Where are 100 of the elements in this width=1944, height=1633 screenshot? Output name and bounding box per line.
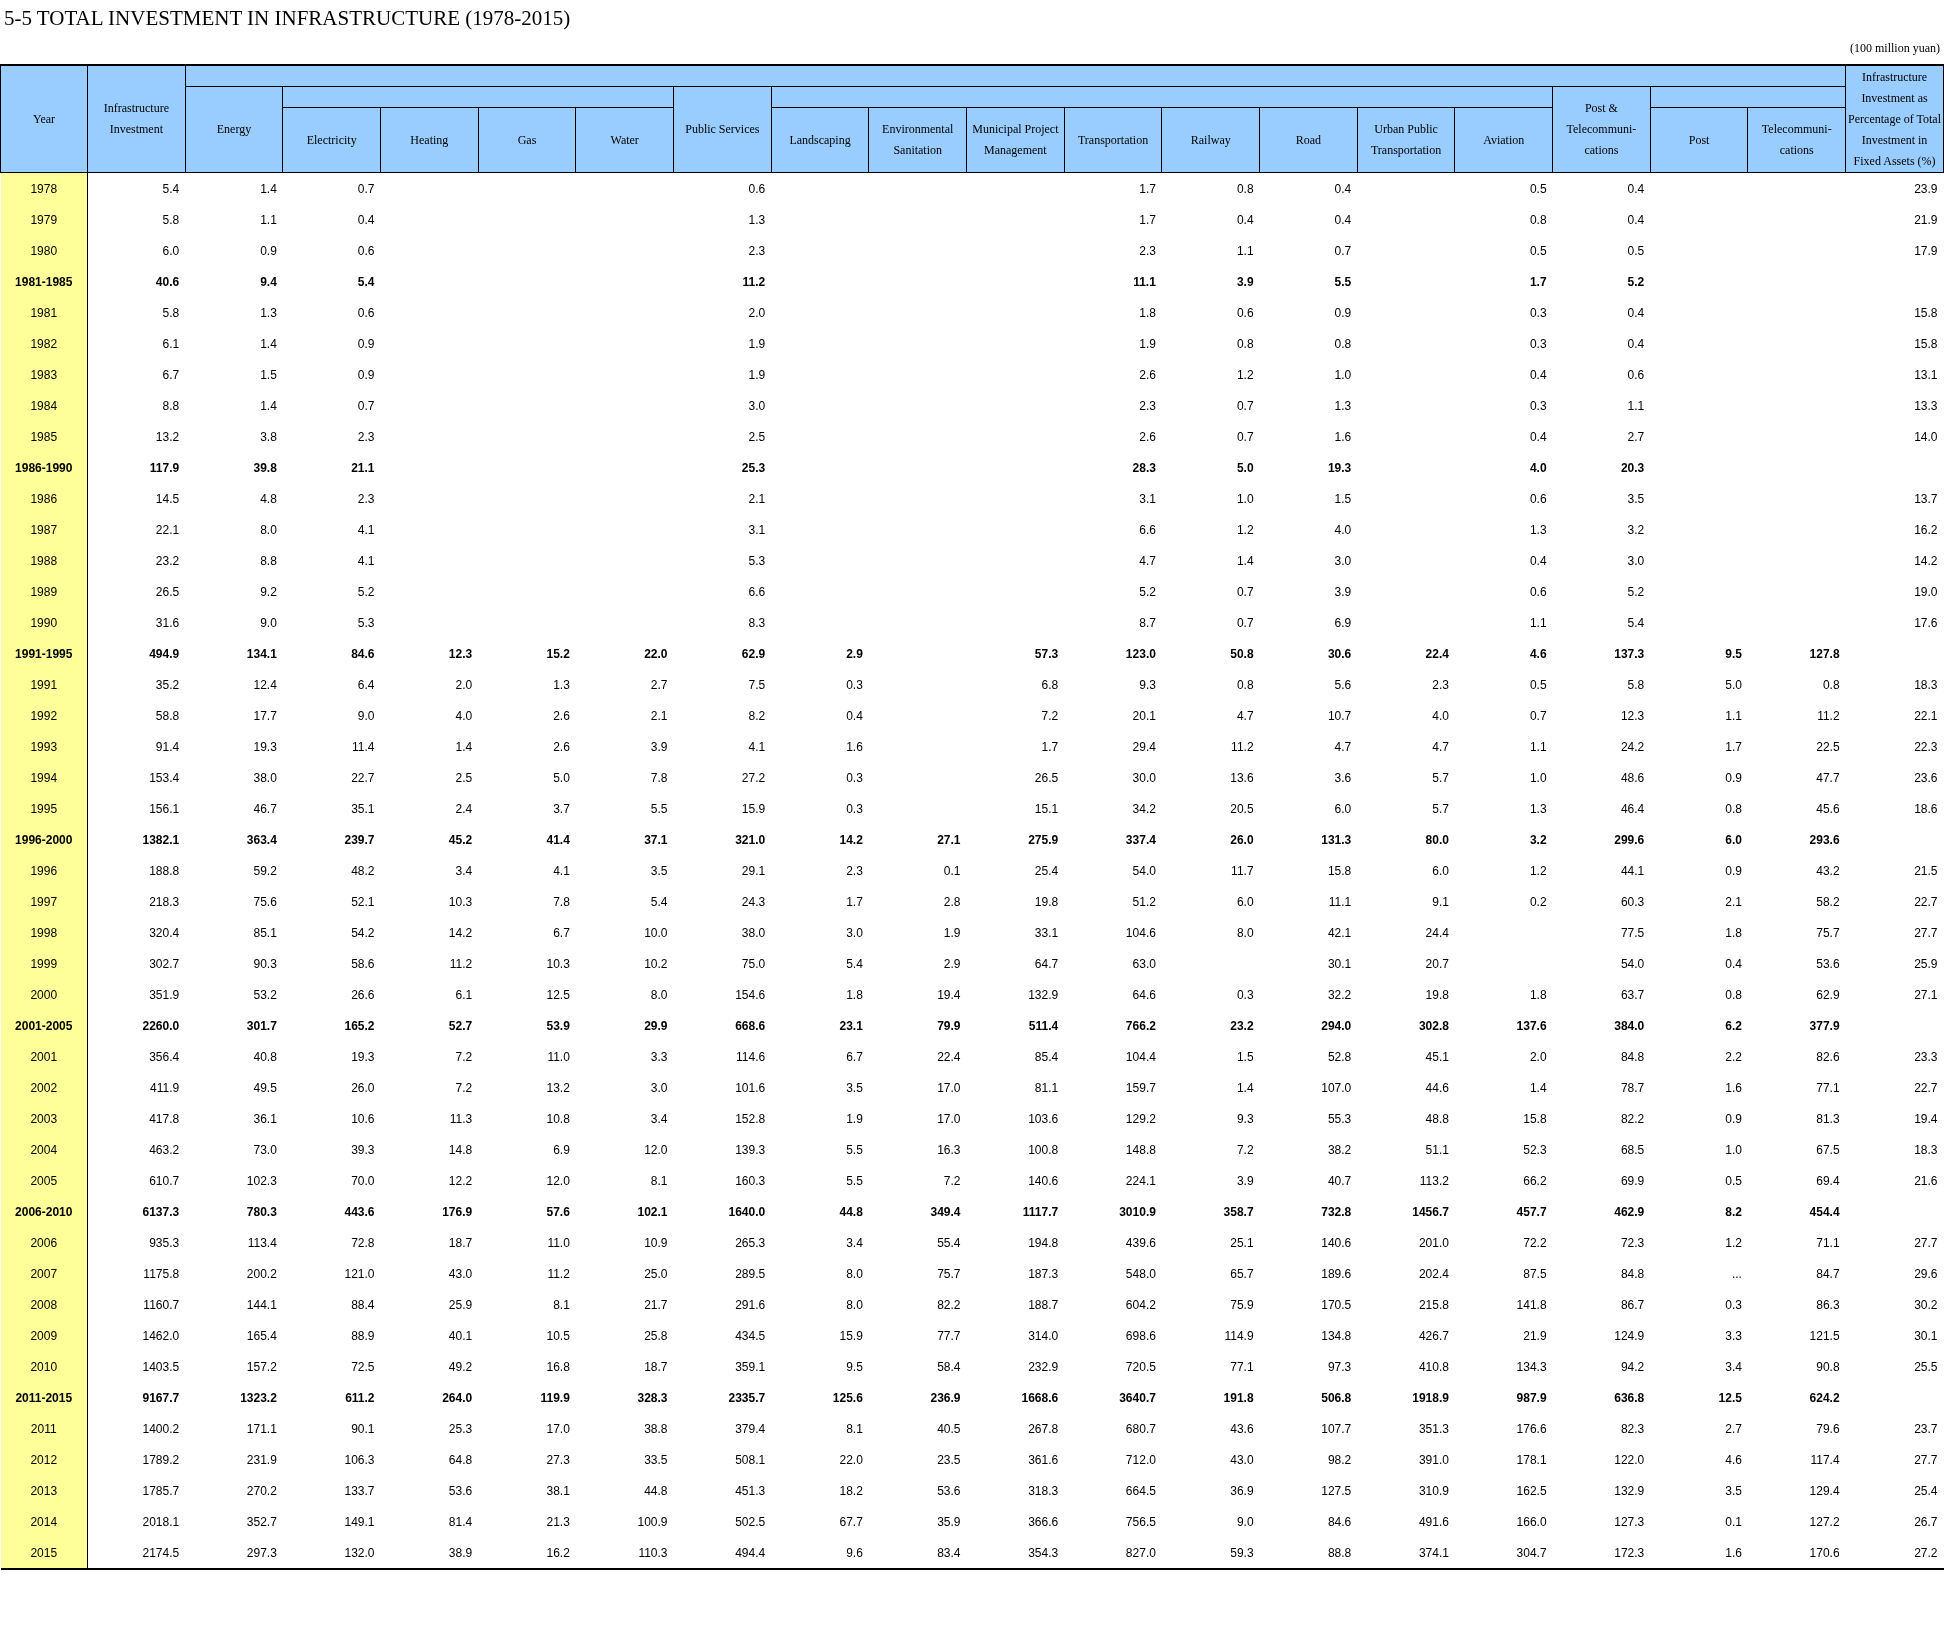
row-header: 2006 [0, 1227, 88, 1258]
row-header: 1981-1985 [0, 266, 88, 297]
row-header: 1980 [0, 235, 88, 266]
table-cell-text: 10.5 [545, 1327, 571, 1345]
column-header: Year [0, 65, 88, 173]
table-cell: 88.8 [1259, 1537, 1358, 1569]
table-cell-text: 0.7 [1235, 397, 1255, 415]
table-cell-text: 52.3 [1522, 1141, 1548, 1159]
table-cell-text: 363.4 [245, 831, 278, 849]
table-cell: 13.2 [87, 421, 186, 452]
table-cell-text: 3.3 [1724, 1327, 1743, 1345]
table-cell-text: 98.2 [1326, 1451, 1353, 1469]
table-cell-text: 11.0 [546, 1048, 571, 1066]
table-cell-text: 26.7 [1913, 1513, 1939, 1531]
table-cell-text: 188.7 [1027, 1296, 1060, 1314]
table-cell: 9167.7 [87, 1382, 186, 1413]
table-cell-text: 10.7 [1326, 707, 1353, 725]
table-cell-text: 0.1 [942, 862, 962, 880]
table-cell-text: 680.7 [1124, 1420, 1157, 1438]
table-cell-text: 38.0 [252, 769, 278, 787]
table-cell: 9.6 [771, 1537, 869, 1569]
table-cell-text: 58.6 [350, 955, 376, 973]
table-cell-text: 68.5 [1619, 1141, 1646, 1159]
table-cell-text: 15.8 [1913, 304, 1939, 322]
table-cell-text: 6.9 [552, 1141, 571, 1159]
table-cell-text: 359.1 [734, 1358, 767, 1376]
table-cell-text: 9.3 [1235, 1110, 1255, 1128]
row-header: 1978 [0, 172, 88, 204]
table-cell-text: 8.1 [845, 1420, 864, 1438]
table-cell-text: 5.7 [1431, 769, 1450, 787]
row-header: 1997 [0, 886, 88, 917]
table-cell-text: 698.6 [1124, 1327, 1157, 1345]
table-cell-text: 9.5 [845, 1358, 864, 1376]
table-cell-text: 0.4 [1626, 304, 1646, 322]
table-cell-text: 4.7 [1431, 738, 1450, 756]
table-cell-text: 0.4 [1724, 955, 1743, 973]
table-cell-text: 302.8 [1417, 1017, 1450, 1035]
table-cell-text: 5.5 [1333, 273, 1353, 291]
table-cell-text: 12.3 [447, 645, 474, 663]
table-cell-text: 454.4 [1808, 1203, 1841, 1221]
table-cell-text: 84.7 [1815, 1265, 1841, 1283]
table-cell-text: 25.4 [1033, 862, 1060, 880]
table-cell-text: ... [1730, 1265, 1743, 1283]
table-cell-text: 5.2 [1138, 583, 1157, 601]
table-cell: 351.9 [87, 979, 186, 1010]
table-cell-text: 366.6 [1027, 1513, 1060, 1531]
table-cell-text: 119.9 [539, 1389, 571, 1407]
table-cell-text: 17.0 [545, 1420, 571, 1438]
table-cell-text: 69.4 [1815, 1172, 1841, 1190]
table-cell-text: 1.1 [1626, 397, 1646, 415]
table-cell-text: 0.4 [1528, 366, 1548, 384]
table-cell-text: 321.0 [734, 831, 767, 849]
table-cell-text: 43.2 [1815, 862, 1841, 880]
table-cell-text: 29.1 [740, 862, 767, 880]
table-cell-text: 0.8 [1333, 335, 1353, 353]
table-cell-text: 3.7 [552, 800, 571, 818]
table-cell-text: 2.5 [454, 769, 474, 787]
table-cell-text: 2.9 [942, 955, 962, 973]
table-cell-text: 756.5 [1124, 1513, 1157, 1531]
table-cell-text: 439.6 [1124, 1234, 1157, 1252]
table-cell: 0.8 [1161, 172, 1260, 204]
table-cell-text: 20.5 [1229, 800, 1255, 818]
table-cell-text: 42.1 [1326, 924, 1353, 942]
table-cell-text: 52.7 [447, 1017, 474, 1035]
table-cell-text: 1.9 [1138, 335, 1157, 353]
table-cell-text: 4.1 [747, 738, 767, 756]
table-cell-text: 6.0 [1235, 893, 1255, 911]
table-cell-text: 1.3 [747, 211, 767, 229]
table-cell-text: 1.1 [1235, 242, 1255, 260]
table-cell-text: 137.3 [1613, 645, 1646, 663]
table-cell-text: 13.1 [1913, 366, 1939, 384]
table-cell-text: 52.1 [350, 893, 376, 911]
table-cell-text: 4.1 [356, 552, 376, 570]
table-cell-text: 462.9 [1613, 1203, 1646, 1221]
table-cell-text: 17.6 [1913, 614, 1939, 632]
table-cell-text: 1.0 [1724, 1141, 1743, 1159]
table-cell-text: 0.7 [1235, 428, 1255, 446]
table-cell-text: 11.1 [1327, 893, 1353, 911]
table-cell-text: 5.2 [1626, 583, 1646, 601]
row-header: 2015 [0, 1537, 88, 1569]
table-cell-text: 129.4 [1808, 1482, 1841, 1500]
table-cell-text: 2.3 [747, 242, 767, 260]
table-cell-text: 0.3 [1528, 304, 1548, 322]
table-cell-text: 171.1 [245, 1420, 278, 1438]
table-cell-text: 9.0 [259, 614, 278, 632]
table-cell-text: 103.6 [1027, 1110, 1060, 1128]
row-header: 1996 [0, 855, 88, 886]
table-cell-text: 45.6 [1815, 800, 1841, 818]
table-cell-text: 24.2 [1619, 738, 1646, 756]
table-cell-text: 113.4 [246, 1234, 278, 1252]
table-cell-text: 5.2 [1626, 273, 1646, 291]
table-cell-text: 102.3 [245, 1172, 278, 1190]
table-cell-text: 19.3 [350, 1048, 376, 1066]
table-cell-text: 38.8 [643, 1420, 669, 1438]
table-cell-text: 1.0 [1333, 366, 1353, 384]
table-cell-text: 18.2 [838, 1482, 864, 1500]
table-cell-text: 2.3 [1431, 676, 1450, 694]
table-cell-text: 27.1 [1913, 986, 1939, 1004]
table-cell-text: 21.5 [1913, 862, 1939, 880]
table-cell-text: 22.7 [350, 769, 376, 787]
